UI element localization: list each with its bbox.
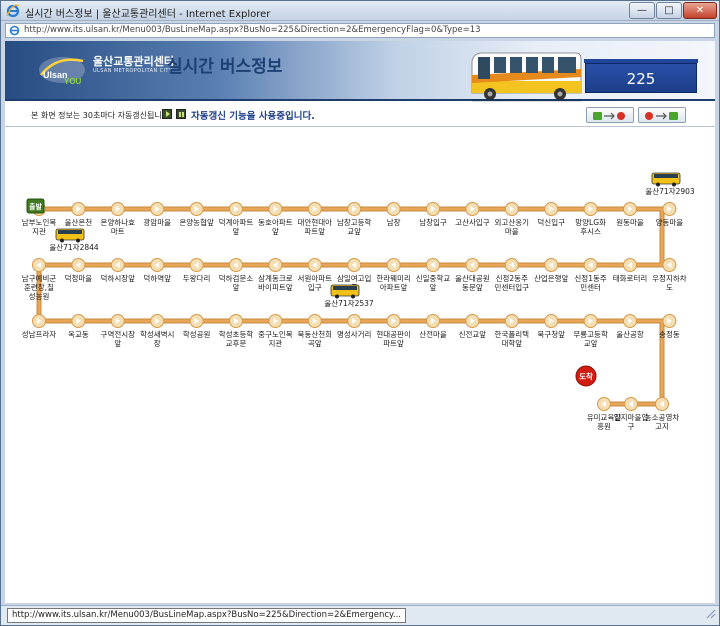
stop-row2-13[interactable]: 두왕다리 xyxy=(183,258,211,284)
stop-label: 온양하나효 마트 xyxy=(101,217,136,236)
resize-grip-icon[interactable] xyxy=(704,607,716,619)
stop-row1-14[interactable]: 덕신입구 xyxy=(537,202,565,228)
stop-row3-16[interactable]: 울산공항 xyxy=(616,314,644,340)
stop-label: 신일중학교 앞 xyxy=(416,273,451,292)
stop-label: 울산온천 xyxy=(65,217,93,227)
stop-label: 남창입구 xyxy=(419,218,447,227)
stop-row3-1[interactable]: 성남프라자 xyxy=(22,314,57,340)
stop-row1-16[interactable]: 원동마을 xyxy=(616,202,644,228)
bus-marker-1[interactable]: 울산71자2903 xyxy=(645,172,695,196)
title-bar[interactable]: 실시간 버스정보 | 울산교통관리센터 - Internet Explorer … xyxy=(1,1,719,21)
stop-label: 남부노인복 지관 xyxy=(22,217,57,236)
stop-row1-11[interactable]: 남창입구 xyxy=(419,202,447,228)
stop-row1-5[interactable]: 온양농협앞 xyxy=(179,202,214,228)
stop-label: 한라웨미리 아파트앞 xyxy=(376,274,411,292)
stop-label: 현대공판이 파트앞 xyxy=(376,329,411,348)
maximize-button[interactable]: □ xyxy=(656,2,682,19)
stop-label: 대안현대아 파트앞 xyxy=(298,217,333,236)
stop-label: 망양LG화 후시스 xyxy=(575,217,606,236)
bus-plate-label: 울산71자2537 xyxy=(324,298,374,308)
stop-label: 우정지하차 도 xyxy=(652,273,687,292)
stop-row1-12[interactable]: 고산사입구 xyxy=(455,202,490,228)
bus-plate-label: 울산71자2903 xyxy=(645,186,695,196)
address-bar[interactable]: http://www.its.ulsan.kr/Menu003/BusLineM… xyxy=(5,23,715,38)
stop-label: 옥교동 xyxy=(68,330,89,339)
stop-label: 학성공원 xyxy=(183,329,211,339)
stop-label: 태화로터리 xyxy=(613,274,648,283)
stop-row3-14[interactable]: 북구청앞 xyxy=(537,314,565,340)
stop-row3-5[interactable]: 학성공원 xyxy=(183,314,211,340)
stop-row3-12[interactable]: 신전교앞 xyxy=(459,314,487,340)
stop-label: 동호아파트 앞 xyxy=(258,217,293,236)
stop-label: 북구청앞 xyxy=(537,330,565,339)
stop-label: 산전마을 xyxy=(419,329,447,339)
stop-row3-11[interactable]: 산전마을 xyxy=(419,314,447,340)
stop-label: 남창 xyxy=(387,218,401,227)
stop-label: 학성초등학 교후문 xyxy=(219,329,254,348)
page-icon xyxy=(9,25,20,36)
stop-label: 신정2동주 민센터입구 xyxy=(495,273,530,292)
end-badge: 도착 xyxy=(575,365,597,387)
stop-label: 외고산옹기 마을 xyxy=(495,217,530,236)
stop-label: 북동산천희 곡앞 xyxy=(298,329,333,348)
svg-text:출발: 출발 xyxy=(29,202,42,211)
stop-label: 덕하역앞 xyxy=(143,273,171,283)
stop-label: 학성새벽시 장 xyxy=(140,329,175,348)
stop-row1-2[interactable]: 울산온천 xyxy=(65,202,93,228)
stop-label: 고산사입구 xyxy=(455,217,490,227)
stop-row3-2[interactable]: 옥교동 xyxy=(68,314,89,340)
stop-label: 덕계아파트 앞 xyxy=(219,217,254,236)
stop-label: 울산공항 xyxy=(616,329,644,339)
stop-row2-2[interactable]: 태화로터리 xyxy=(613,258,648,284)
close-button[interactable]: ✕ xyxy=(683,2,717,19)
page-content: Ulsan YOU 울산교통관리센터 ULSAN METROPOLITAN CI… xyxy=(5,41,715,603)
status-url: http://www.its.ulsan.kr/Menu003/BusLineM… xyxy=(7,608,406,623)
stop-label: 농소공영차 고지 xyxy=(645,412,680,431)
stop-label: 남구예비군 훈련장,칠 성농원 xyxy=(22,273,57,301)
stop-label: 성남프라자 xyxy=(22,330,57,339)
start-badge: 출발 xyxy=(26,198,45,214)
svg-text:도착: 도착 xyxy=(579,371,593,381)
stop-label: 두왕다리 xyxy=(183,274,211,283)
stop-label: 송정동 xyxy=(659,329,680,339)
stop-label: 양동마을 xyxy=(656,218,684,227)
stop-row2-4[interactable]: 산업은행앞 xyxy=(534,258,569,284)
stop-label: 덕신입구 xyxy=(537,217,565,227)
stop-label: 광암마을 xyxy=(143,217,171,227)
stop-label: 한국폴리텍 대학앞 xyxy=(495,329,530,348)
stop-label: 삼계동크로 바이피트앞 xyxy=(258,273,293,292)
stop-label: 유미교육진 흥원 xyxy=(587,412,622,431)
minimize-button[interactable]: — xyxy=(629,2,655,19)
bus-plate-label: 울산71자2844 xyxy=(49,242,99,252)
stop-label: 울산대공원 동문앞 xyxy=(455,273,490,292)
stop-label: 덕정마을 xyxy=(65,273,93,283)
stop-label: 원동마을 xyxy=(616,218,644,227)
stop-label: 중구노인복 지관 xyxy=(258,329,293,348)
stop-row1-10[interactable]: 남창 xyxy=(386,202,401,228)
stop-row2-16[interactable]: 덕정마을 xyxy=(65,258,93,284)
stop-label: 남창고등학 교앞 xyxy=(337,217,372,236)
stop-label: 온양농협앞 xyxy=(179,217,214,227)
stop-label: 구역전시장 앞 xyxy=(101,329,136,348)
status-bar: http://www.its.ulsan.kr/Menu003/BusLineM… xyxy=(1,605,719,625)
stop-label: 신정1동주 민센터 xyxy=(574,273,606,292)
internet-explorer-icon xyxy=(6,4,20,18)
route-map: 남부노인복 지관 울산온천 온양하나효 마트 광암마을 온양농협앞 덕계아파트 앞동호아파트 앞 대… xyxy=(22,172,695,431)
stop-label: 산업은행앞 xyxy=(534,273,569,283)
stop-row2-15[interactable]: 덕하시장앞 xyxy=(101,258,136,284)
window-title: 실시간 버스정보 | 울산교통관리센터 - Internet Explorer xyxy=(25,9,271,20)
stop-row1-4[interactable]: 광암마을 xyxy=(143,202,171,228)
stop-row2-14[interactable]: 덕하역앞 xyxy=(143,258,171,284)
stop-label: 무룡고등학 교앞 xyxy=(573,329,608,348)
bus-marker-2[interactable]: 울산71자2844 xyxy=(49,228,99,252)
stop-label: 덕하검문소 앞 xyxy=(219,273,254,292)
stop-label: 서원아파트 입구 xyxy=(298,273,333,292)
stop-label: 신전교앞 xyxy=(459,329,487,339)
address-url: http://www.its.ulsan.kr/Menu003/BusLineM… xyxy=(24,25,481,35)
stop-label: 덕하시장앞 xyxy=(101,273,136,283)
stop-label: 명성사거리 xyxy=(337,329,372,339)
browser-window: 실시간 버스정보 | 울산교통관리센터 - Internet Explorer … xyxy=(0,0,720,626)
bus-marker-3[interactable]: 울산71자2537 xyxy=(324,284,374,308)
stop-row3-9[interactable]: 명성사거리 xyxy=(337,314,372,340)
